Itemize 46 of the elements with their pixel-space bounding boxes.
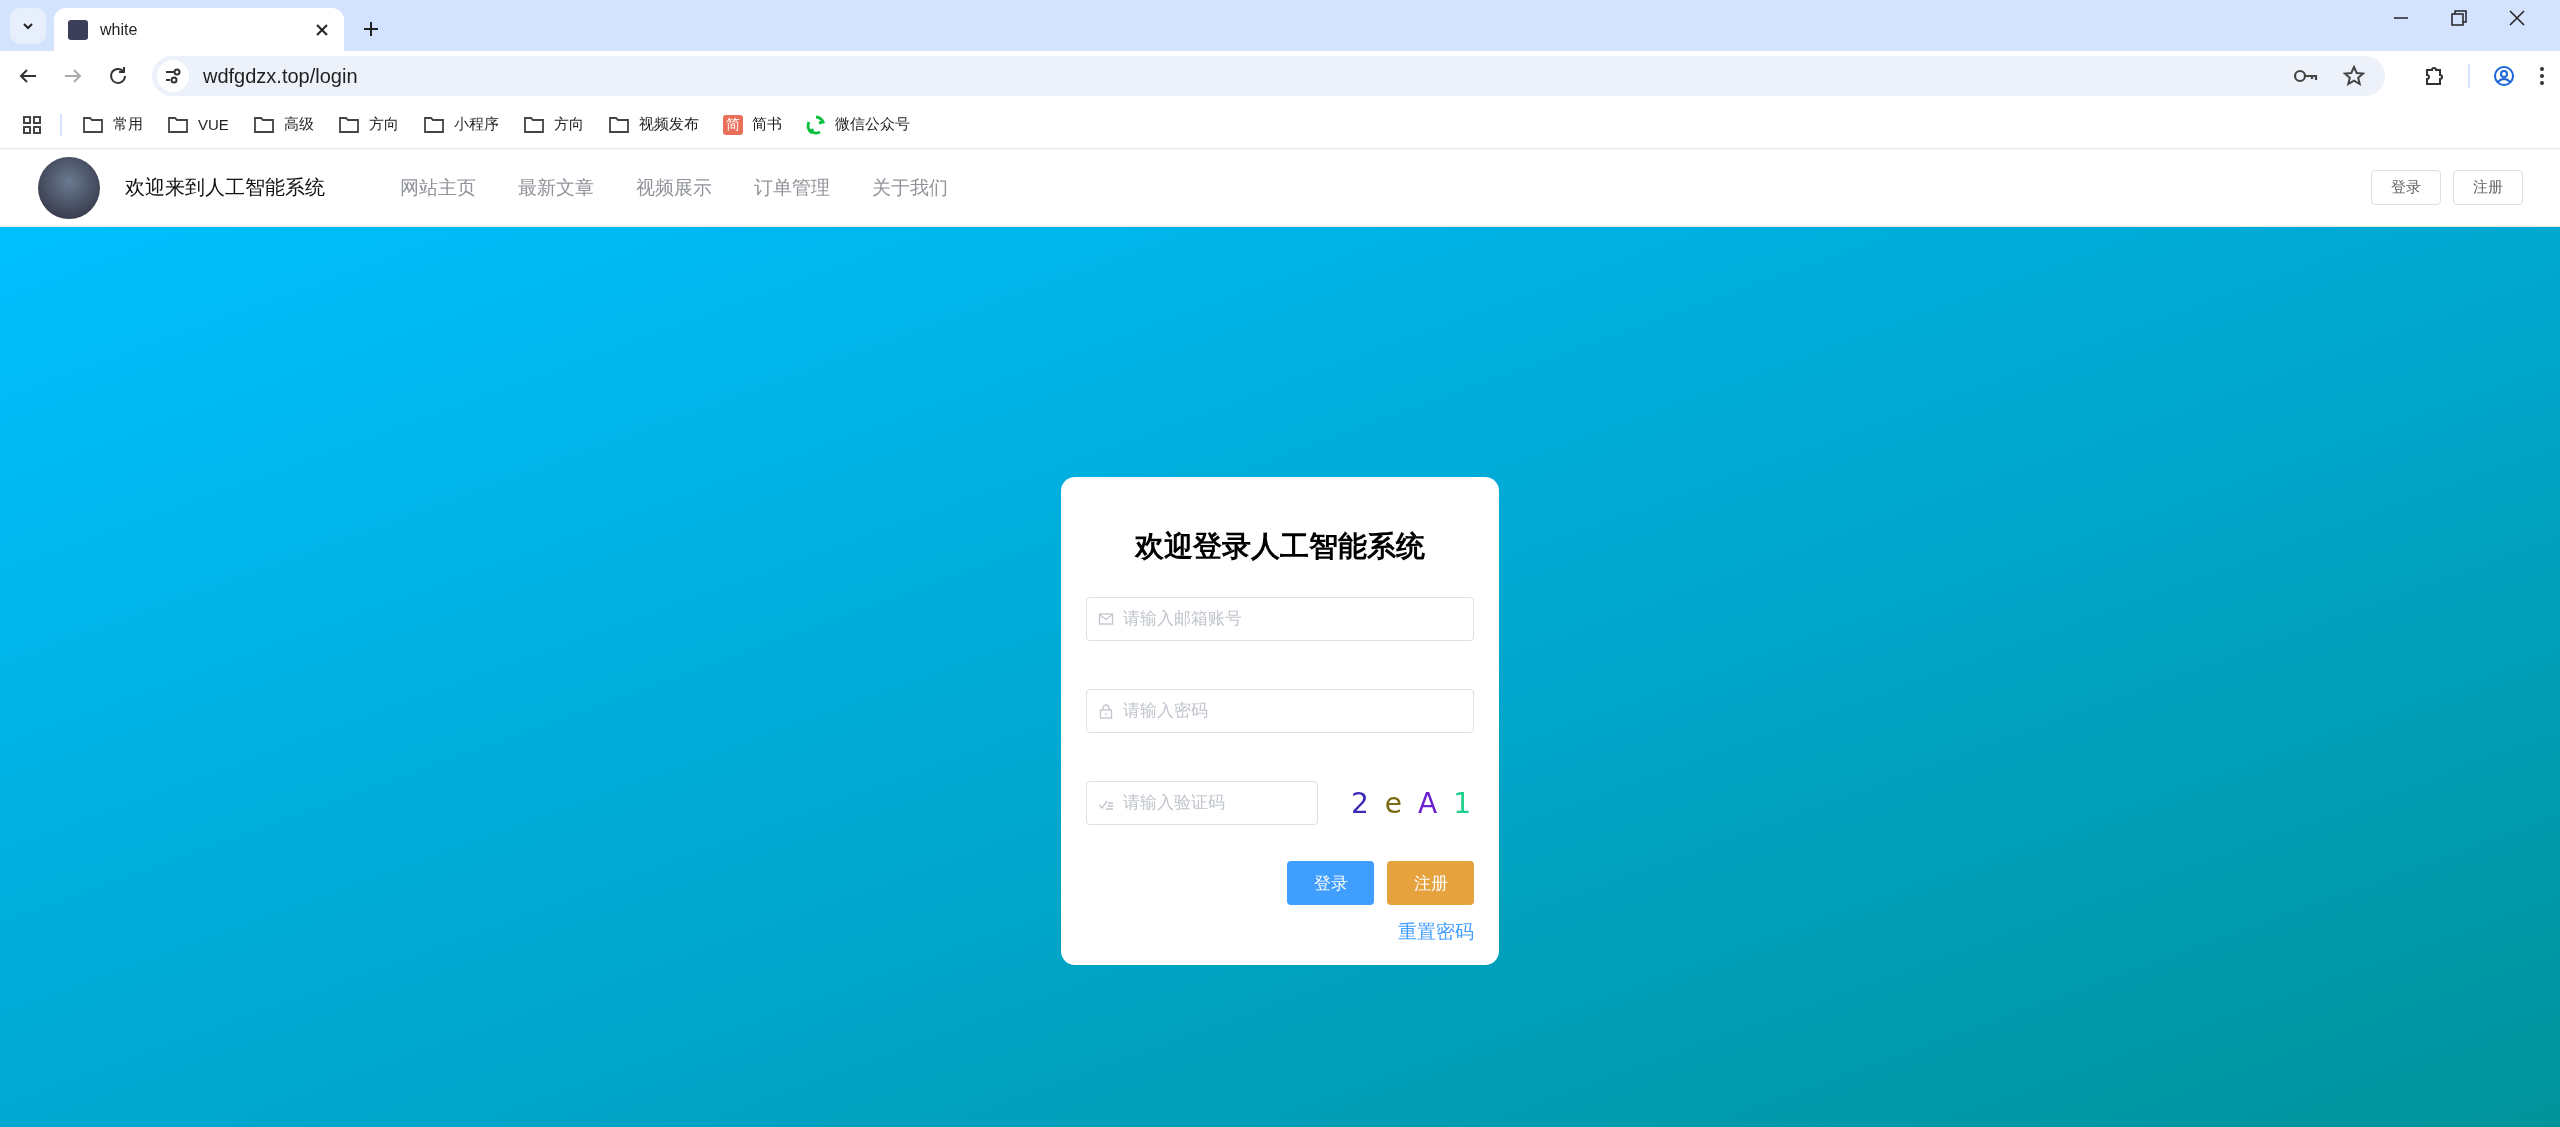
new-tab-icon[interactable] [362,20,380,38]
restore-icon[interactable] [2450,8,2468,27]
close-icon[interactable] [2508,8,2526,27]
header-button[interactable]: 登录 [2371,170,2441,205]
apps-grid-icon[interactable] [22,114,42,135]
reload-icon[interactable] [107,65,129,87]
captcha-char: A [1418,786,1438,820]
tab-title: white [100,20,139,39]
site-title: 欢迎来到人工智能系统 [125,175,325,200]
captcha-field[interactable]: 请输入验证码 [1086,781,1318,825]
password-field[interactable]: 请输入密码 [1086,689,1474,733]
folder-icon [522,115,545,134]
address-bar[interactable]: wdfgdzx.top/login [152,56,2385,96]
bookmark-item[interactable]: 简 简书 [722,114,782,135]
bookmark-item[interactable]: 方向 [522,115,584,134]
bookmark-item[interactable]: VUE [167,115,229,134]
menu-icon[interactable] [2538,65,2546,87]
browser-tab[interactable]: white [54,8,344,51]
captcha-char: 1 [1453,786,1472,820]
captcha-image[interactable]: 2 e A 1 [1351,786,1472,820]
bookmark-item[interactable]: 视频发布 [607,115,699,134]
profile-icon[interactable] [2493,65,2515,87]
bookmark-item[interactable]: 小程序 [422,115,499,134]
folder-icon [337,115,360,134]
site-settings-icon[interactable] [157,60,189,92]
bookmark-item[interactable]: 高级 [252,115,314,134]
close-icon[interactable] [314,21,330,38]
email-field[interactable]: 请输入邮箱账号 [1086,597,1474,641]
folder-icon [422,115,445,134]
captcha-char: 2 [1351,786,1369,820]
bookmark-item[interactable]: 常用 [82,115,143,134]
folder-icon [252,115,275,134]
star-icon[interactable] [2343,65,2365,87]
bookmark-item[interactable]: 方向 [337,115,399,134]
folder-icon [607,115,630,134]
url-text: wdfgdzx.top/login [203,64,358,88]
favicon-photo-placeholder [68,19,88,40]
captcha-char: e [1384,786,1403,820]
folder-icon [167,115,189,134]
puzzle-icon[interactable] [2423,65,2445,87]
bookmark-favicon: 简 [722,114,743,135]
header-button[interactable]: 注册 [2453,170,2523,205]
folder-icon [82,115,104,134]
login-title: 欢迎登录人工智能系统 [1133,529,1426,564]
bookmark-item[interactable]: 微信公众号 [805,114,910,135]
recycle-icon [805,114,826,135]
